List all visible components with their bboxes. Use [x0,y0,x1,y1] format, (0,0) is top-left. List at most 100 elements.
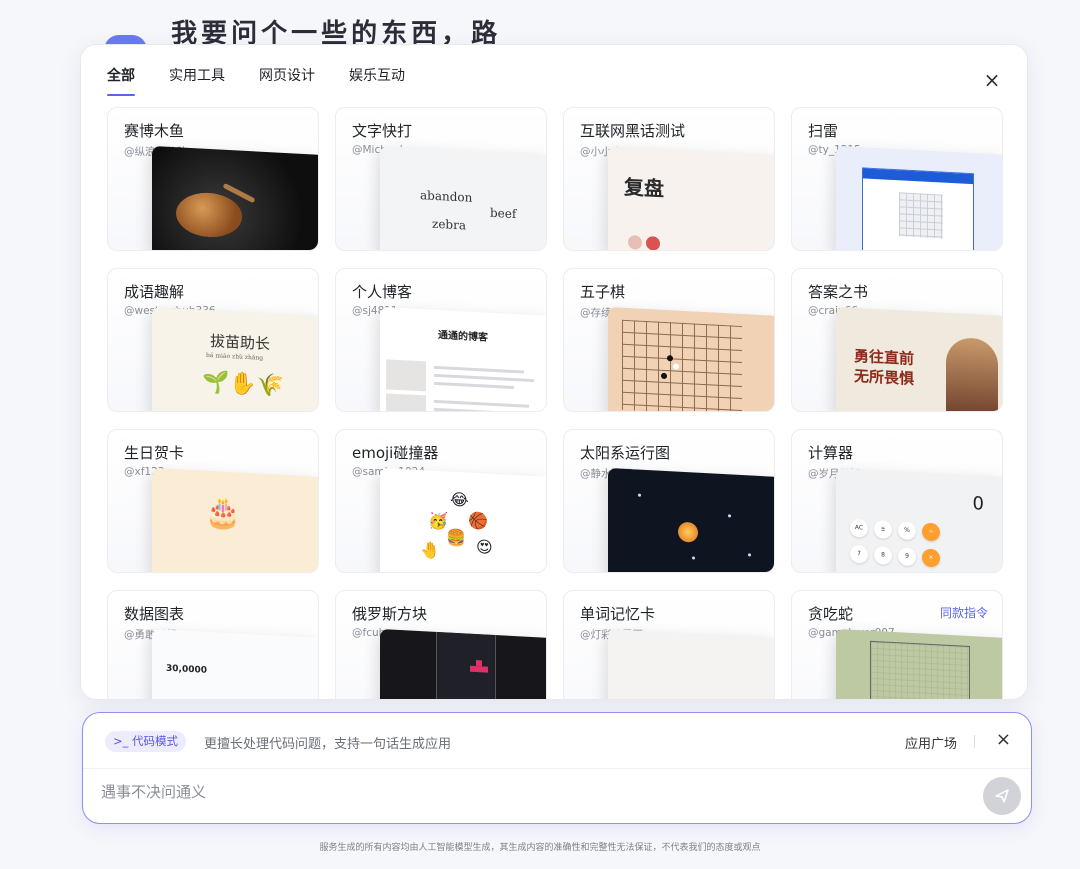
mine-grid [899,192,943,239]
check-icon [628,235,642,250]
thumb-word: zebra [432,216,466,233]
app-card[interactable]: 个人博客 @sj4811 通通的博客 [335,268,547,412]
wooden-fish-thumbnail [152,146,318,250]
snake-area [870,640,970,699]
card-title: 文字快打 [352,122,413,140]
planet-icon [748,553,751,557]
planet-icon [728,514,731,518]
app-card[interactable]: 太阳系运行图 @静水流深 [563,429,775,573]
tetris-block [482,666,488,673]
app-plaza-panel: 全部 实用工具 网页设计 娱乐互动 × 赛博木鱼 @纵浪小分队 文字快打 @Mi… [80,44,1028,700]
app-card[interactable]: 数据图表 @勇敢前行 30,0000 [107,590,319,699]
close-icon[interactable]: × [983,70,1001,90]
card-title: 成语趣解 [124,283,185,301]
blog-image [386,393,426,411]
tab-tools[interactable]: 实用工具 [169,65,225,97]
calc-key: AC [850,518,868,538]
app-card[interactable]: 计算器 @岁月静好 0 AC ± % ÷ 7 8 9 × [791,429,1003,573]
card-title: 数据图表 [124,605,185,623]
emoji-icon: 🤚 [420,540,440,561]
gomoku-thumbnail [608,307,774,411]
solar-system-thumbnail [608,468,774,572]
birthday-card-thumbnail: 🎂 [152,468,318,572]
thumb-heading: 勇往直前 无所畏惧 [854,346,915,389]
calc-key: % [898,521,916,541]
card-title: 计算器 [808,444,854,462]
thumb-heading: 复盘 [624,174,664,201]
category-tabs: 全部 实用工具 网页设计 娱乐互动 [107,65,405,97]
app-card[interactable]: emoji碰撞器 @samira1024 😂 🥳 🏀 🍔 😍 🤚 [335,429,547,573]
app-card[interactable]: 扫雷 @ty_1215 [791,107,1003,251]
jargon-test-thumbnail: 复盘 [608,146,774,250]
app-card[interactable]: 赛博木鱼 @纵浪小分队 [107,107,319,251]
data-chart-thumbnail: 30,0000 [152,629,318,699]
emoji-icon: 🍔 [446,527,466,548]
prompt-input[interactable] [101,777,961,807]
same-prompt-link[interactable]: 同款指令 [940,604,988,621]
planet-icon [692,556,695,560]
thumb-word: beef [490,205,517,222]
app-card[interactable]: 互联网黑话测试 @小小白 复盘 [563,107,775,251]
wooden-fish-icon [176,191,242,239]
app-card[interactable]: 俄罗斯方块 @fcubeee [335,590,547,699]
app-card[interactable]: 生日贺卡 @xf123 🎂 [107,429,319,573]
text-line [434,407,519,411]
calc-key: 9 [898,547,916,567]
calculator-display: 0 [972,493,984,515]
app-card[interactable]: 单词记忆卡 @灯彩路雾孬 [563,590,775,699]
app-card-grid: 赛博木鱼 @纵浪小分队 文字快打 @Micheal abandon beef z… [107,107,1003,699]
code-mode-chip[interactable]: >_ 代码模式 [105,731,187,752]
calc-key: 8 [874,545,892,565]
card-title: 俄罗斯方块 [352,605,428,623]
app-card[interactable]: 成语趣解 @westsurbub336 拔苗助长 bá miáo zhù zhǎ… [107,268,319,412]
card-title: 赛博木鱼 [124,122,185,140]
text-line [434,373,534,383]
chart-value: 30,0000 [166,663,207,676]
app-plaza-button[interactable]: 应用广场 [905,733,957,752]
app-card[interactable]: 答案之书 @crain66 勇往直前 无所畏惧 [791,268,1003,412]
sprout-hand-icon: 🌱✋🌾 [202,369,285,399]
cross-icon [646,235,660,250]
app-card[interactable]: 贪吃蛇 同款指令 @gamelover007 [791,590,1003,699]
window-title-bar [863,168,973,185]
card-title: emoji碰撞器 [352,444,439,462]
mode-bar: >_ 代码模式 更擅长处理代码问题，支持一句话生成应用 应用广场 × [83,713,1031,769]
thumb-heading: 拔苗助长 [210,332,271,354]
cake-icon: 🎂 [204,494,242,532]
answer-book-thumbnail: 勇往直前 无所畏惧 [836,307,1002,411]
app-card[interactable]: 文字快打 @Micheal abandon beef zebra [335,107,547,251]
black-stone [667,355,673,362]
card-title: 五子棋 [580,283,626,301]
card-title: 太阳系运行图 [580,444,671,462]
app-card[interactable]: 五子棋 @存续123 [563,268,775,412]
emoji-icon: 🥳 [428,510,448,531]
minesweeper-window [862,167,974,250]
tab-all[interactable]: 全部 [107,65,135,97]
calc-key: ± [874,519,892,539]
send-button[interactable] [983,777,1021,815]
calc-key: × [922,548,940,568]
go-board [622,319,742,411]
mode-description: 更擅长处理代码问题，支持一句话生成应用 [204,737,452,752]
white-stone [673,363,679,370]
card-title: 个人博客 [352,283,413,301]
tetris-thumbnail [380,629,546,699]
card-title: 扫雷 [808,122,839,140]
tab-web-design[interactable]: 网页设计 [259,65,315,97]
vocab-card-thumbnail [608,629,774,699]
tab-entertainment[interactable]: 娱乐互动 [349,65,405,97]
thumb-word: abandon [420,188,473,205]
card-title: 生日贺卡 [124,444,185,462]
portrait-image [946,336,998,411]
send-icon [995,789,1009,803]
planet-icon [638,493,641,497]
close-mode-icon[interactable]: × [996,731,1011,749]
card-title: 互联网黑话测试 [580,122,686,140]
emoji-icon: 🏀 [468,510,488,531]
card-title: 单词记忆卡 [580,605,656,623]
thumb-heading: 通通的博客 [438,330,488,344]
card-title: 答案之书 [808,283,869,301]
divider [974,735,975,748]
calculator-thumbnail: 0 AC ± % ÷ 7 8 9 × [836,468,1002,572]
emoji-icon: 😍 [476,537,493,557]
